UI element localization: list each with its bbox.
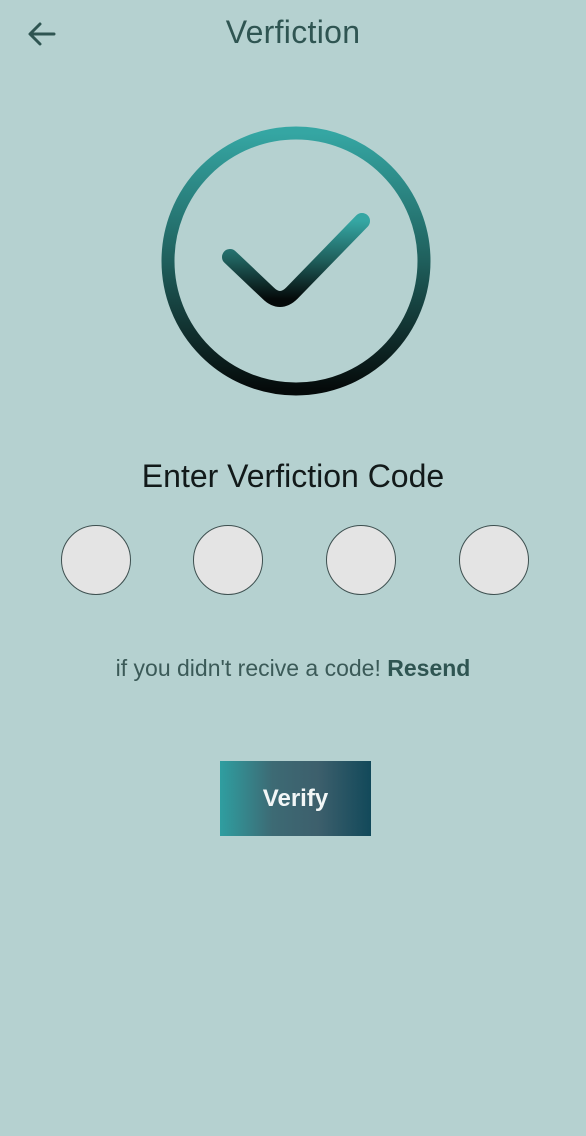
verify-button[interactable]: Verify [220, 761, 371, 836]
otp-input-group [0, 525, 586, 597]
otp-digit-1[interactable] [61, 525, 131, 595]
otp-digit-4[interactable] [459, 525, 529, 595]
resend-link[interactable]: Resend [387, 655, 470, 681]
resend-prompt: if you didn't recive a code! [115, 655, 381, 681]
app-header: Verfiction [0, 0, 586, 70]
otp-digit-2[interactable] [193, 525, 263, 595]
check-circle-icon [161, 126, 431, 396]
page-title: Verfiction [225, 14, 361, 50]
code-heading: Enter Verfiction Code [141, 458, 445, 494]
verification-illustration [158, 124, 434, 400]
otp-digit-3[interactable] [326, 525, 396, 595]
resend-row: if you didn't recive a code! Resend [0, 655, 586, 682]
